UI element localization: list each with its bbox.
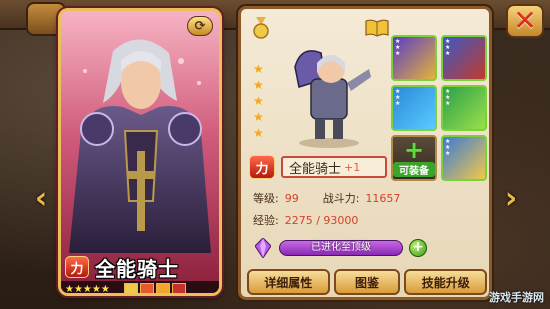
equipment-slot[interactable]: ★ ★ ★: [441, 135, 487, 181]
skill-icon: [155, 282, 170, 293]
skill-icon: [139, 282, 154, 293]
hero-model-image: [294, 50, 371, 148]
exp-label: 经验:: [253, 214, 279, 227]
strength-badge: 力: [65, 256, 89, 278]
card-stars: ★★★★★: [65, 283, 110, 295]
guide-button[interactable]: 图鉴: [333, 269, 401, 295]
skill-icon: [123, 282, 138, 293]
plus-icon: +: [403, 136, 425, 164]
star-icon: ★: [253, 126, 264, 140]
details-button[interactable]: 详细属性: [247, 269, 330, 295]
swap-icon[interactable]: ⟳: [187, 16, 213, 36]
card-hero-name: 全能骑士: [95, 256, 179, 281]
prev-hero-arrow[interactable]: ‹: [30, 178, 52, 218]
skill-icon: [171, 282, 186, 293]
can-equip-label: 可装备: [393, 162, 435, 177]
power-value: 11657: [365, 191, 401, 205]
skill-icon-list: [123, 282, 186, 293]
evolve-status-bar: 已进化至顶级: [279, 240, 403, 256]
equipment-slot-empty[interactable]: + 可装备: [391, 135, 437, 181]
close-button[interactable]: ✕: [506, 4, 544, 38]
star-icon: ★: [253, 78, 264, 92]
watermark: 游戏手游网: [489, 291, 544, 304]
level-value: 99: [284, 191, 299, 205]
level-label: 等级:: [253, 192, 279, 205]
equipment-slot[interactable]: ★ ★ ★: [391, 35, 437, 81]
hero-star-rating: ★ ★ ★ ★ ★: [253, 61, 267, 141]
equipment-slot[interactable]: ★ ★ ★: [441, 35, 487, 81]
exp-value: 2275 / 93000: [284, 213, 359, 227]
close-icon: ✕: [513, 4, 537, 37]
hero-plus-level: +1: [344, 160, 361, 174]
evolve-plus-button[interactable]: +: [409, 239, 427, 257]
gem-icon: [255, 238, 271, 258]
star-icon: ★: [253, 110, 264, 124]
hero-name: 全能骑士: [289, 161, 342, 177]
next-hero-arrow[interactable]: ›: [500, 178, 522, 218]
equipment-grid: ★ ★ ★ ★ ★ ★ ★ ★ ★ ★ ★ ★ + 可装备 ★ ★ ★: [391, 35, 489, 181]
hero-name-row: 力 全能骑士 +1: [249, 155, 387, 179]
evolve-row: 已进化至顶级 +: [255, 237, 435, 259]
equipment-slot[interactable]: ★ ★ ★: [391, 85, 437, 131]
book-icon[interactable]: [365, 19, 389, 37]
hero-name-box: 全能骑士 +1: [281, 156, 387, 178]
card-name-bar: 力 全能骑士: [65, 255, 215, 281]
hero-stats: 等级: 99 战斗力: 11657 经验: 2275 / 93000: [253, 187, 491, 231]
medal-icon: [253, 17, 269, 39]
action-buttons: 详细属性 图鉴 技能升级: [247, 269, 488, 295]
hero-card[interactable]: ⟳ 力 全能骑士 ★★★★★: [58, 8, 222, 296]
hero-detail-panel: ★ ★ ★ ★ ★ ★ ★ ★ ★ ★ ★ ★ ★ ★ ★ ★ ★ + 可装备 ★: [238, 6, 492, 300]
equipment-slot[interactable]: ★ ★ ★: [441, 85, 487, 131]
strength-badge: 力: [249, 155, 275, 179]
star-icon: ★: [253, 94, 264, 108]
star-icon: ★: [253, 62, 264, 76]
skill-upgrade-button[interactable]: 技能升级: [404, 269, 488, 295]
power-label: 战斗力:: [322, 192, 360, 205]
card-footer: ★★★★★: [61, 281, 219, 295]
hero-portrait-image: [69, 39, 211, 253]
